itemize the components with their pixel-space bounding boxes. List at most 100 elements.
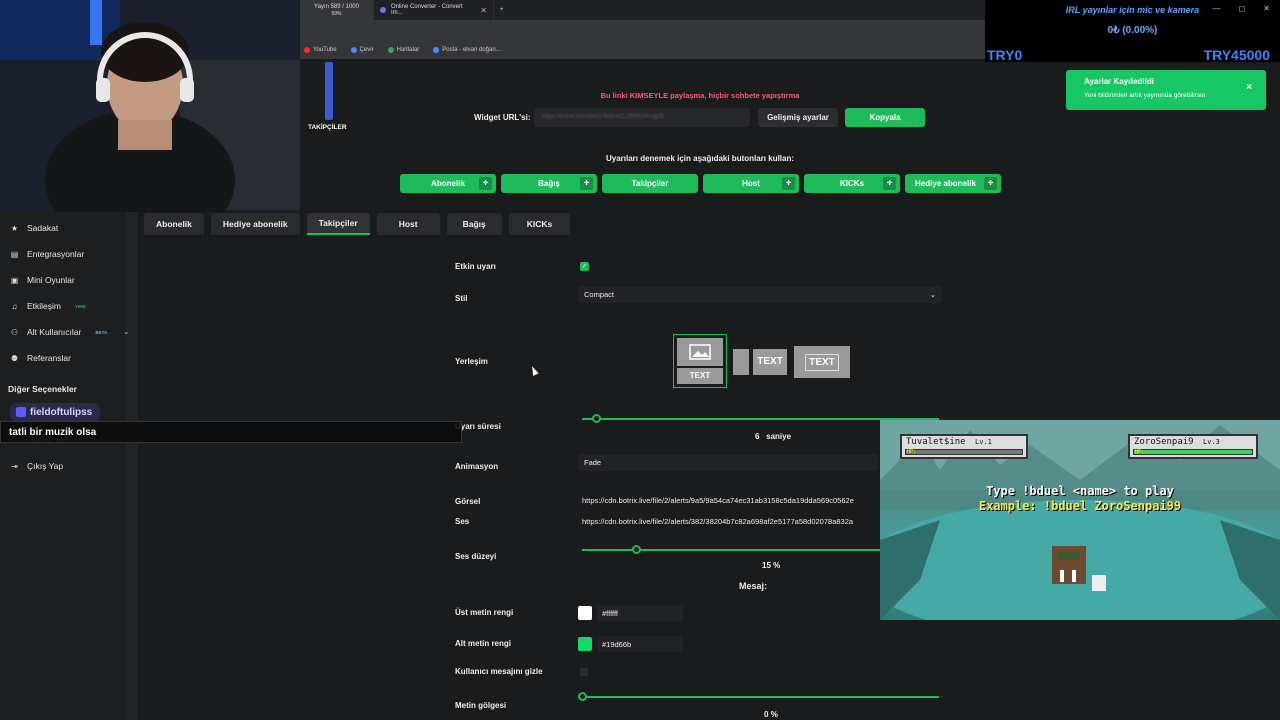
followers-meter [325,62,333,120]
game-example: Example: !bduel ZoroSenpai99 [978,499,1182,513]
bottom-text-color-input[interactable]: #19d66b [597,636,683,652]
select-value: Compact [584,290,615,299]
new-badge: YENİ [75,303,86,309]
test-followers-button[interactable]: Takipçiler [602,174,698,193]
bottom-text-color-swatch[interactable] [578,637,592,651]
tab-followers[interactable]: Takipçiler [306,213,370,235]
close-icon[interactable]: ✕ [1263,4,1270,13]
widget-url-label: Widget URL'si: [474,113,531,122]
sidebar-item-interaction[interactable]: ♫ Etkileşim YENİ [10,301,86,311]
sidebar-item-label: Sadakat [27,223,59,233]
browser-tab-converter[interactable]: Online Converter - Convert Im... ✕ [374,0,494,20]
enabled-checkbox[interactable]: ✓ [580,262,589,271]
bookmark-label: Haritalar [396,47,420,53]
image-url-field[interactable]: https://cdn.botrix.live/file/2/alerts/9a… [578,492,880,509]
tab-gift-subscription[interactable]: Hediye abonelik [210,213,300,235]
music-icon: ♫ [11,301,18,311]
tab-label: Bağış [462,219,486,229]
top-text-color-swatch[interactable] [578,606,592,620]
duel-game-overlay: Tuvalet$ine Lv.1 HP: ZoroSenpai9 Lv.3 HP… [880,420,1280,620]
hide-message-checkbox[interactable] [580,668,588,676]
plus-icon: + [580,177,593,190]
test-donation-button[interactable]: Bağış + [501,174,597,193]
bookmark-mail[interactable]: Posta - elvan doğan... [433,47,501,53]
layout-label: Yerleşim [455,357,488,366]
advanced-settings-button[interactable]: Gelişmiş ayarlar [758,108,838,127]
style-select[interactable]: Compact ⌄ [578,286,942,303]
player2-status: ZoroSenpai9 Lv.3 HP: [1128,434,1258,459]
player2-hp-bar: HP: [1133,449,1253,455]
test-subscription-button[interactable]: Abonelik + [400,174,496,193]
hide-message-label: Kullanıcı mesajını gizle [455,667,543,676]
sidebar-item-logout[interactable]: ⇥ Çıkış Yap [10,461,63,471]
chat-username-text: fieldoftulipss [30,406,93,418]
bookmark-youtube[interactable]: YouTube [304,47,337,53]
volume-slider[interactable] [582,545,882,554]
layout-option-overlay[interactable]: TEXT [794,346,850,378]
tab-subscription[interactable]: Abonelik [144,213,204,235]
slider-knob[interactable] [578,692,587,701]
player1-status: Tuvalet$ine Lv.1 HP: [900,434,1028,459]
sidebar-item-label: Referanslar [27,353,71,363]
translate-icon [350,47,357,53]
layout-text-sample: TEXT [805,353,839,371]
test-gift-sub-button[interactable]: Hediye abonelik + [905,174,1001,193]
tab-label: Host [398,219,418,229]
text-shadow-slider[interactable] [578,692,939,701]
tab-kicks[interactable]: KICKs [508,213,571,235]
hp-label: HP: [1135,449,1145,455]
test-kicks-button[interactable]: KICKs + [804,174,900,193]
bookmark-maps[interactable]: Haritalar [387,47,420,53]
address-bar[interactable] [300,20,985,41]
volume-value: 15 % [762,561,780,570]
plus-icon: + [782,177,795,190]
duration-number: 6 [755,432,760,441]
button-label: Hediye abonelik [915,179,976,188]
chevron-down-icon: ⌄ [929,290,936,299]
text-shadow-value: 0 % [764,710,778,719]
logout-icon: ⇥ [11,461,18,471]
mail-icon [433,47,440,53]
player1-name: Tuvalet$ine [906,437,966,447]
minimize-icon[interactable]: — [1213,4,1221,13]
sidebar-item-subusers[interactable]: ⚇ Alt Kullanıcılar BETA ⌄ [10,327,129,337]
bookmark-label: Posta - elvan doğan... [442,47,501,53]
player2-level: Lv.3 [1203,438,1220,446]
animation-select[interactable]: Fade [578,454,878,471]
shadow-number: 0 [764,710,769,719]
hp-label: HP: [907,449,917,455]
tab-donation[interactable]: Bağış [446,213,502,235]
test-host-button[interactable]: Host + [703,174,799,193]
sound-url-field[interactable]: https://cdn.botrix.live/file/2/alerts/38… [578,513,880,530]
sidebar-item-integrations[interactable]: ▤ Entegrasyonlar [10,249,84,259]
sidebar-item-loyalty[interactable]: ★ Sadakat [10,223,58,233]
browser-tab-label: Online Converter - Convert Im... [390,4,463,16]
tab-host[interactable]: Host [376,213,440,235]
shadow-unit: % [770,710,778,719]
layout-text-sample: TEXT [753,349,787,375]
widget-url-field[interactable]: https://botrix.live/alerts?bid=rCL2B9KXR… [534,108,750,127]
browser-tab-goal[interactable]: Yayın 589 / 1000 59% [300,0,374,20]
maximize-icon[interactable]: ◻ [1239,4,1246,13]
bookmark-translate[interactable]: Çevir [350,47,374,53]
tab-label: KICKs [526,219,553,229]
tab-label: Hediye abonelik [222,219,288,229]
close-icon[interactable]: × [1246,82,1252,93]
layout-option-stacked[interactable]: TEXT [673,334,727,388]
top-text-color-input[interactable]: #ffffff [597,605,683,621]
copy-button[interactable]: Kopyala [845,108,925,127]
close-tab-icon[interactable]: ✕ [480,6,487,15]
goal-max: TRY45000 [1203,47,1270,63]
goal-progress: 0₺ (0.00%) [985,20,1280,42]
sidebar-item-referrals[interactable]: ⚉ Referanslar [10,353,71,363]
games-icon: ▣ [10,275,19,285]
game-instructions: Type !bduel <name> to play [986,484,1174,498]
chevron-down-icon: ⌄ [123,329,130,336]
layout-option-inline[interactable]: TEXT [733,346,789,378]
webcam-overlay [0,0,300,212]
slider-knob[interactable] [592,414,601,423]
slider-knob[interactable] [632,545,641,554]
new-tab-button[interactable]: + [494,0,510,20]
sidebar-item-minigames[interactable]: ▣ Mini Oyunlar [10,275,75,285]
style-label: Stil [455,294,468,303]
